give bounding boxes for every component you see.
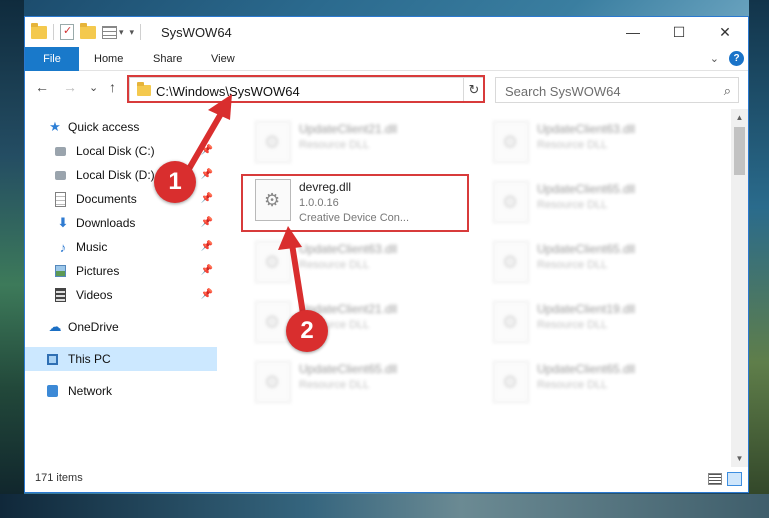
scroll-up-icon[interactable]: ▲ (731, 109, 748, 126)
computer-icon (47, 353, 58, 365)
videos-icon (55, 288, 66, 302)
vertical-scrollbar[interactable]: ▲ ▼ (731, 109, 748, 467)
sidebar-item-music[interactable]: ♪ Music 📌 (25, 235, 217, 259)
pin-icon[interactable]: 📌 (201, 265, 213, 276)
details-view-icon[interactable] (708, 473, 722, 485)
tab-file[interactable]: File (25, 47, 79, 71)
refresh-button[interactable]: ↻ (463, 77, 485, 103)
search-input[interactable]: Search SysWOW64 (505, 84, 621, 99)
view-options-icon[interactable] (102, 25, 117, 39)
title-bar: ▾ ▾ SysWOW64 — ☐ ✕ (25, 17, 748, 47)
pin-icon[interactable]: 📌 (201, 241, 213, 252)
pictures-icon (55, 265, 66, 277)
quick-access-toolbar: ▾ ▾ (31, 22, 147, 41)
customize-qat-icon[interactable]: ▾ (130, 27, 135, 38)
file-list: UpdateClient21.dll Resource DLL UpdateCl… (231, 109, 731, 467)
sidebar-item-pictures[interactable]: Pictures 📌 (25, 259, 217, 283)
sidebar-item-quick-access[interactable]: ★ Quick access (25, 115, 217, 139)
folder-icon[interactable] (31, 22, 47, 39)
scrollbar-thumb[interactable] (734, 127, 745, 175)
network-icon (47, 385, 58, 397)
tab-home[interactable]: Home (94, 47, 123, 71)
tab-view[interactable]: View (211, 47, 235, 71)
file-tile[interactable]: UpdateClient65.dll Resource DLL (483, 357, 703, 409)
file-tile[interactable]: UpdateClient21.dll Resource DLL (245, 297, 465, 349)
back-button[interactable]: ← (35, 79, 49, 95)
downloads-icon: ⬇ (57, 215, 69, 230)
dll-file-icon (255, 301, 291, 343)
address-bar[interactable]: C:\Windows\SysWOW64 ⌄ (129, 77, 482, 103)
sidebar-item-onedrive[interactable]: ☁ OneDrive (25, 315, 217, 339)
file-tile[interactable]: UpdateClient63.dll Resource DLL (483, 117, 703, 169)
maximize-button[interactable]: ☐ (656, 17, 702, 47)
file-highlight-box (241, 174, 469, 232)
ribbon-tabs: File Home Share View ⌄ ? (25, 47, 748, 71)
refresh-icon: ↻ (468, 82, 480, 97)
dll-file-icon (255, 361, 291, 403)
search-box[interactable]: Search SysWOW64 ⌕ (495, 77, 739, 103)
new-folder-icon[interactable] (80, 22, 96, 39)
sidebar-item-network[interactable]: Network (25, 379, 217, 403)
file-tile[interactable]: UpdateClient21.dll Resource DLL (245, 117, 465, 169)
properties-icon[interactable] (60, 24, 74, 40)
sidebar-item-videos[interactable]: Videos 📌 (25, 283, 217, 307)
file-tile[interactable]: UpdateClient65.dll Resource DLL (483, 177, 703, 229)
drive-icon (55, 170, 66, 180)
step-1-badge: 1 (154, 161, 196, 203)
dll-file-icon (255, 241, 291, 283)
address-path[interactable]: C:\Windows\SysWOW64 (156, 84, 300, 99)
dll-file-icon (493, 241, 529, 283)
dll-file-icon (255, 121, 291, 163)
scroll-down-icon[interactable]: ▼ (731, 450, 748, 467)
up-button[interactable]: ↑ (109, 79, 116, 95)
folder-icon (137, 82, 151, 96)
sidebar-item-downloads[interactable]: ⬇ Downloads 📌 (25, 211, 217, 235)
sidebar-item-local-disk-c[interactable]: Local Disk (C:) 📌 (25, 139, 217, 163)
expand-ribbon-icon[interactable]: ⌄ (710, 52, 719, 65)
step-2-badge: 2 (286, 310, 328, 352)
pin-icon[interactable]: 📌 (201, 289, 213, 300)
dll-file-icon (493, 361, 529, 403)
status-bar: 171 items (25, 466, 748, 492)
file-tile[interactable]: UpdateClient19.dll Resource DLL (483, 297, 703, 349)
documents-icon (55, 191, 66, 207)
chevron-down-icon[interactable]: ▾ (119, 27, 124, 38)
item-count: 171 items (35, 472, 83, 484)
sidebar-item-this-pc[interactable]: This PC (25, 347, 217, 371)
navigation-bar: ← → ⌄ ↑ C:\Windows\SysWOW64 ⌄ ↻ Search S… (25, 73, 748, 105)
file-tile[interactable]: UpdateClient65.dll Resource DLL (245, 357, 465, 409)
pin-icon[interactable]: 📌 (201, 145, 213, 156)
drive-icon (55, 146, 66, 156)
cloud-icon: ☁ (48, 319, 62, 334)
navigation-pane: ★ Quick access Local Disk (C:) 📌 Local D… (25, 109, 217, 467)
minimize-button[interactable]: — (610, 17, 656, 47)
close-button[interactable]: ✕ (702, 17, 748, 47)
dll-file-icon (493, 121, 529, 163)
dll-file-icon (493, 181, 529, 223)
search-icon[interactable]: ⌕ (724, 83, 731, 99)
help-icon[interactable]: ? (729, 51, 744, 66)
tab-share[interactable]: Share (153, 47, 182, 71)
music-icon: ♪ (59, 239, 67, 255)
dll-file-icon (493, 301, 529, 343)
forward-button[interactable]: → (63, 79, 77, 95)
file-tile[interactable]: UpdateClient65.dll Resource DLL (483, 237, 703, 289)
pin-icon[interactable]: 📌 (201, 217, 213, 228)
window-title: SysWOW64 (161, 25, 232, 40)
tiles-view-icon[interactable] (727, 472, 742, 486)
star-icon: ★ (49, 119, 61, 134)
pin-icon[interactable]: 📌 (201, 193, 213, 204)
pin-icon[interactable]: 📌 (201, 169, 213, 180)
recent-locations-button[interactable]: ⌄ (89, 81, 98, 94)
file-tile[interactable]: UpdateClient63.dll Resource DLL (245, 237, 465, 289)
explorer-window: ▾ ▾ SysWOW64 — ☐ ✕ File Home Share View … (24, 16, 749, 493)
